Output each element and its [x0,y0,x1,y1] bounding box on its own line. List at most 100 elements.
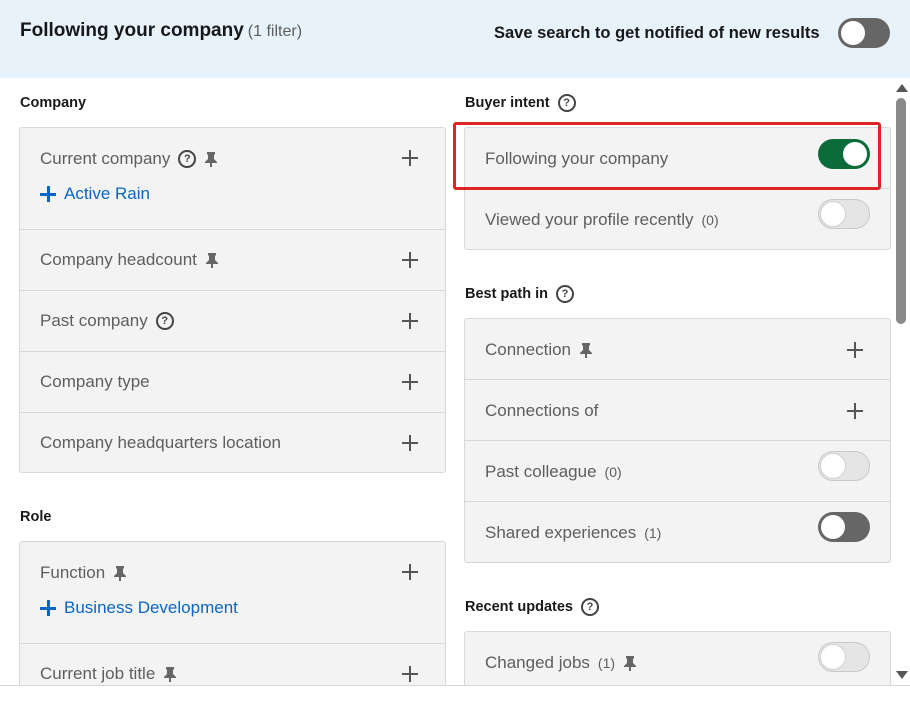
pin-icon[interactable] [623,655,637,672]
page-title-text: Following your company [20,20,244,41]
plus-icon[interactable] [846,341,864,359]
filter-row-company-hq-location[interactable]: Company headquarters location [20,413,445,472]
section-company: Company [20,95,86,111]
filter-row-current-company[interactable]: Current company ? Active Rain [20,128,445,230]
section-buyer-intent-label: Buyer intent [465,95,550,111]
plus-icon[interactable] [401,251,419,269]
added-filter-text: Business Development [64,598,238,617]
plus-icon[interactable] [401,373,419,391]
filter-label-text: Past colleague [485,462,597,481]
filter-row-viewed-profile[interactable]: Viewed your profile recently (0) [465,189,890,249]
page-title: Following your company (1 filter) [20,20,302,42]
section-recent-updates-label: Recent updates [465,599,573,615]
plus-icon[interactable] [401,563,419,581]
scroll-up-arrow-icon[interactable] [896,84,908,92]
pin-icon[interactable] [205,252,219,269]
save-search-toggle[interactable] [838,18,890,48]
filter-label-text: Current company [40,149,171,168]
help-circle-icon[interactable]: ? [155,312,174,330]
filter-label: Viewed your profile recently (0) [485,210,719,230]
filter-label: Past company ? [40,311,174,331]
filter-count: (1 filter) [247,23,303,40]
toggle-knob [841,21,865,45]
filter-label: Company headcount [40,250,219,270]
filter-label-text: Function [40,563,106,582]
result-count: (1) [597,655,616,671]
filter-label: Company type [40,372,150,392]
vertical-scrollbar[interactable] [893,80,910,685]
result-count: (0) [604,464,622,480]
help-circle-icon[interactable]: ? [557,94,576,112]
added-filter-business-development[interactable]: Business Development [40,598,238,618]
highlight-box [453,122,881,190]
filter-row-function[interactable]: Function Business Development [20,542,445,644]
shared-experiences-toggle[interactable] [818,512,870,542]
pin-icon[interactable] [163,666,177,683]
filter-label-text: Past company [40,311,148,330]
filter-label: Company headquarters location [40,433,281,453]
filter-label: Connections of [485,401,598,421]
company-filters-panel: Current company ? Active Rain Company he… [19,127,446,473]
save-search-label: Save search to get notified of new resul… [494,24,820,42]
filter-label: Connection [485,340,593,360]
changed-jobs-toggle[interactable] [818,642,870,672]
filter-row-past-company[interactable]: Past company ? [20,291,445,352]
pin-icon[interactable] [113,565,127,582]
toggle-knob [821,202,845,226]
filter-label-text: Company headquarters location [40,433,281,452]
section-company-label: Company [20,95,87,111]
filter-label-text: Connection [485,340,572,359]
scroll-thumb[interactable] [896,98,906,324]
help-circle-icon[interactable]: ? [555,285,574,303]
bottom-bar [0,685,910,705]
help-circle-icon[interactable]: ? [580,598,599,616]
plus-icon[interactable] [401,312,419,330]
plus-icon[interactable] [401,665,419,683]
filter-label-text: Current job title [40,664,156,683]
plus-icon [40,600,56,616]
best-path-panel: Connection Connections of Past colleague… [464,318,891,563]
filter-label: Changed jobs (1) [485,653,637,673]
filter-label-text: Connections of [485,401,599,420]
filter-row-connection[interactable]: Connection [465,319,890,380]
section-best-path-label: Best path in [465,286,548,302]
toggle-knob [821,454,845,478]
added-filter-text: Active Rain [64,184,150,203]
filter-row-past-colleague[interactable]: Past colleague (0) [465,441,890,502]
section-role-label: Role [20,509,52,525]
pin-icon[interactable] [204,151,218,168]
toggle-knob [821,515,845,539]
section-best-path-in: Best path in ? [465,285,574,303]
filter-row-connections-of[interactable]: Connections of [465,380,890,441]
filter-row-changed-jobs[interactable]: Changed jobs (1) [465,632,890,693]
section-recent-updates: Recent updates ? [465,598,599,616]
filter-label: Current company ? [40,149,218,169]
plus-icon[interactable] [401,149,419,167]
scroll-down-arrow-icon[interactable] [896,671,908,679]
filter-row-company-headcount[interactable]: Company headcount [20,230,445,291]
plus-icon[interactable] [846,402,864,420]
role-filters-panel: Function Business Development Current jo… [19,541,446,701]
result-count: (1) [644,525,662,541]
filter-row-shared-experiences[interactable]: Shared experiences (1) [465,502,890,562]
filter-row-company-type[interactable]: Company type [20,352,445,413]
filter-label-text: Company headcount [40,250,197,269]
filter-label: Function [40,563,127,583]
filter-label-text: Changed jobs [485,653,590,672]
filter-label: Past colleague (0) [485,462,622,482]
past-colleague-toggle[interactable] [818,451,870,481]
filter-label-text: Viewed your profile recently [485,210,694,229]
help-circle-icon[interactable]: ? [178,150,197,168]
result-count: (0) [701,212,719,228]
viewed-profile-toggle[interactable] [818,199,870,229]
plus-icon[interactable] [401,434,419,452]
filter-label: Current job title [40,664,177,684]
plus-icon [40,186,56,202]
filter-label-text: Shared experiences [485,523,637,542]
added-filter-active-rain[interactable]: Active Rain [40,184,150,204]
section-buyer-intent: Buyer intent ? [465,94,576,112]
filter-label: Shared experiences (1) [485,523,661,543]
filter-label-text: Company type [40,372,150,391]
section-role: Role [20,509,51,525]
pin-icon[interactable] [579,342,593,359]
